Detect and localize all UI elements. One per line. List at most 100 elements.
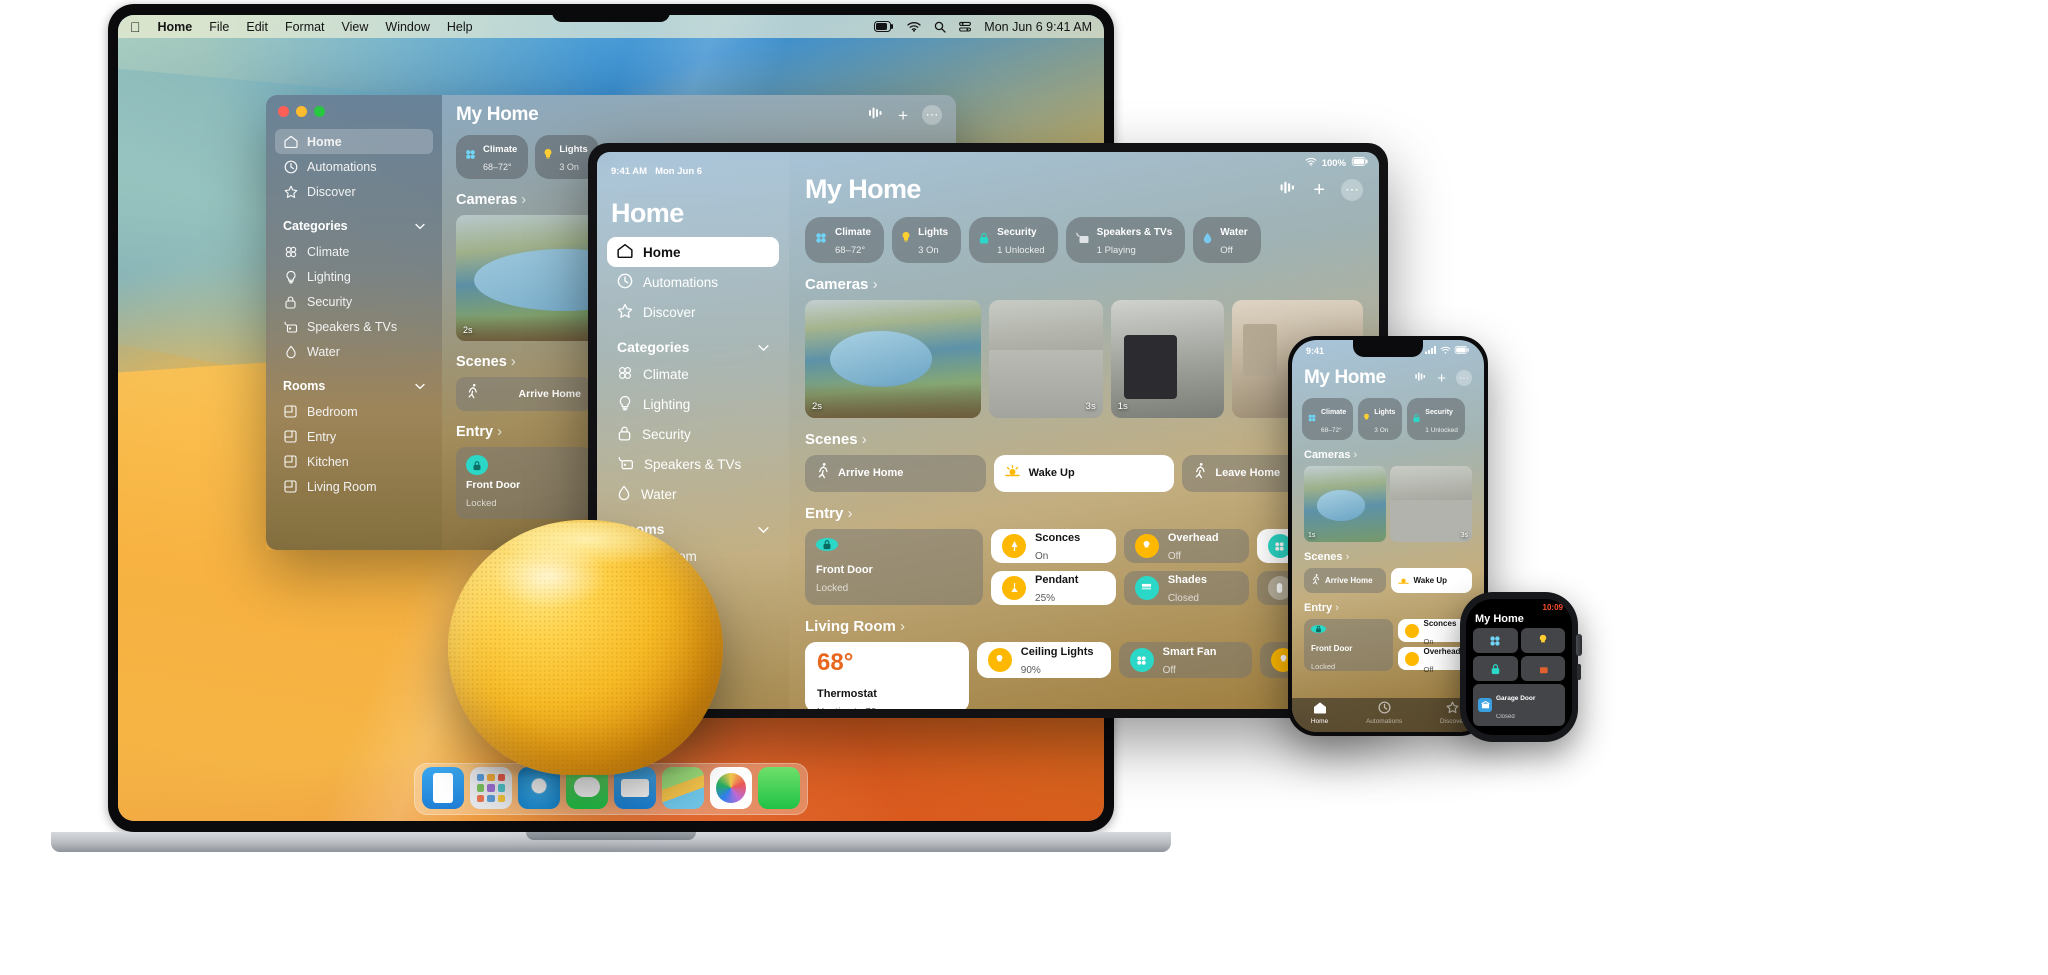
window-traffic-lights[interactable] — [278, 106, 325, 117]
watch-tile-security[interactable] — [1473, 656, 1518, 681]
status-chip-security[interactable]: Security 1 Unlocked — [1407, 398, 1465, 440]
section-header-cameras[interactable]: Cameras › — [789, 263, 1379, 300]
sidebar-item-bedroom[interactable]: Bedroom — [275, 399, 433, 424]
watch-tile-lights[interactable] — [1520, 628, 1565, 653]
sidebar-item-security[interactable]: Security — [607, 419, 779, 449]
chevron-down-icon[interactable] — [415, 219, 425, 233]
accessory-tile-shades[interactable]: Shades Closed — [1123, 571, 1249, 605]
menu-home[interactable]: Home — [158, 20, 193, 34]
chevron-down-icon[interactable] — [758, 521, 769, 537]
sidebar-item-climate[interactable]: Climate — [607, 359, 779, 389]
watch-side-button[interactable] — [1577, 664, 1581, 680]
status-chip-lights[interactable]: Lights 3 On — [892, 217, 962, 263]
scene-tile-arrive-home[interactable]: Arrive Home — [456, 377, 591, 411]
sidebar-item-climate[interactable]: Climate — [275, 239, 433, 264]
camera-tile-driveway[interactable]: 3s — [1390, 466, 1472, 542]
sidebar-item-living-room[interactable]: Living Room — [275, 474, 433, 499]
camera-tile-driveway[interactable]: 3s — [989, 300, 1103, 418]
sidebar-item-speakers-tvs[interactable]: Speakers & TVs — [607, 449, 779, 479]
wifi-icon[interactable] — [907, 21, 921, 32]
control-center-icon[interactable] — [959, 21, 972, 33]
sidebar-item-water[interactable]: Water — [607, 479, 779, 509]
add-button[interactable]: + — [1313, 180, 1325, 200]
accessory-tile-pendant[interactable]: Pendant 25% — [991, 571, 1116, 605]
more-options-button[interactable]: ⋯ — [922, 105, 942, 125]
page-title: My Home — [805, 174, 921, 204]
section-header-scenes[interactable]: Scenes › — [1292, 542, 1484, 568]
scene-tile-arrive-home[interactable]: Arrive Home — [805, 455, 986, 492]
chevron-down-icon[interactable] — [415, 379, 425, 393]
menu-format[interactable]: Format — [285, 20, 325, 34]
more-options-button[interactable]: ⋯ — [1456, 370, 1472, 386]
sidebar-item-lighting[interactable]: Lighting — [275, 264, 433, 289]
sidebar-item-discover[interactable]: Discover — [275, 179, 433, 204]
sidebar-item-speakers-tvs[interactable]: Speakers & TVs — [275, 314, 433, 339]
lock-icon — [816, 538, 838, 551]
status-date: Mon Jun 6 — [655, 165, 703, 177]
accessory-tile-overhead[interactable]: Overhead Off — [1123, 529, 1249, 563]
sidebar-rooms-header[interactable]: Rooms — [275, 373, 433, 399]
sidebar-item-security[interactable]: Security — [275, 289, 433, 314]
zoom-button[interactable] — [314, 106, 325, 117]
search-icon[interactable] — [934, 21, 946, 33]
sidebar-item-entry[interactable]: Entry — [275, 424, 433, 449]
more-options-button[interactable]: ⋯ — [1341, 178, 1363, 201]
sidebar-item-automations[interactable]: Automations — [607, 267, 779, 297]
accessory-tile-thermostat[interactable]: 68° Thermostat Heating to 70 — [805, 642, 969, 709]
sidebar-item-automations[interactable]: Automations — [275, 154, 433, 179]
camera-tile-pool[interactable]: 1s — [1304, 466, 1386, 542]
accessory-tile-sconces[interactable]: Sconces On — [991, 529, 1116, 563]
watch-tile-climate[interactable] — [1473, 628, 1518, 653]
airplay-audio-icon[interactable] — [866, 106, 884, 125]
sidebar-categories-header[interactable]: Categories — [607, 327, 779, 359]
airplay-audio-icon[interactable] — [1277, 180, 1297, 200]
iphone-tab-bar[interactable]: Home Automations Discover — [1292, 698, 1484, 732]
camera-tile-pool[interactable]: 2s — [805, 300, 982, 418]
sidebar-item-discover[interactable]: Discover — [607, 297, 779, 327]
status-chip-climate[interactable]: Climate 68–72° — [805, 217, 885, 263]
sidebar-label: Climate — [307, 244, 350, 259]
scene-tile-arrive-home[interactable]: Arrive Home — [1304, 568, 1386, 593]
menu-view[interactable]: View — [342, 20, 369, 34]
accessory-tile-ceiling-lights[interactable]: Ceiling Lights 90% — [976, 642, 1111, 678]
sidebar-item-home[interactable]: Home — [275, 129, 433, 154]
accessory-tile-front-door[interactable]: Front Door Locked — [456, 447, 591, 519]
sidebar-item-water[interactable]: Water — [275, 339, 433, 364]
add-button[interactable]: + — [1437, 371, 1446, 386]
sidebar-categories-header[interactable]: Categories — [275, 213, 433, 239]
accessory-tile-front-door[interactable]: Front Door Locked — [1304, 619, 1393, 671]
tab-home[interactable]: Home — [1311, 701, 1328, 725]
digital-crown[interactable] — [1576, 634, 1582, 656]
watch-tile-garage-door[interactable]: Garage Door Closed — [1473, 684, 1565, 726]
menu-help[interactable]: Help — [447, 20, 473, 34]
battery-icon[interactable] — [874, 21, 894, 32]
status-chip-speakers-tvs[interactable]: Speakers & TVs 1 Playing — [1065, 217, 1186, 263]
section-header-cameras[interactable]: Cameras › — [1292, 440, 1484, 466]
accessory-tile-smart-fan[interactable]: Smart Fan Off — [1118, 642, 1253, 678]
status-chip-security[interactable]: Security 1 Unlocked — [969, 217, 1058, 263]
camera-tile-garage[interactable]: 1s — [1110, 300, 1225, 418]
chevron-down-icon[interactable] — [758, 339, 769, 355]
tab-automations[interactable]: Automations — [1366, 700, 1402, 725]
menu-window[interactable]: Window — [385, 20, 429, 34]
status-chip-climate[interactable]: Climate 68–72° — [456, 135, 529, 179]
accessory-tile-front-door[interactable]: Front Door Locked — [805, 529, 984, 605]
airplay-audio-icon[interactable] — [1413, 369, 1427, 387]
apple-logo-icon[interactable]:  — [130, 20, 141, 34]
minimize-button[interactable] — [296, 106, 307, 117]
scene-tile-wake-up[interactable]: Wake Up — [1390, 568, 1472, 593]
menu-edit[interactable]: Edit — [246, 20, 268, 34]
add-button[interactable]: + — [898, 107, 908, 124]
status-chip-lights[interactable]: Lights 3 On — [1358, 398, 1403, 440]
dock-app-facetime[interactable] — [758, 767, 800, 809]
menubar-clock[interactable]: Mon Jun 6 9:41 AM — [984, 20, 1092, 34]
sidebar-item-kitchen[interactable]: Kitchen — [275, 449, 433, 474]
status-chip-climate[interactable]: Climate 68–72° — [1302, 398, 1354, 440]
sidebar-item-lighting[interactable]: Lighting — [607, 389, 779, 419]
close-button[interactable] — [278, 106, 289, 117]
menu-file[interactable]: File — [209, 20, 229, 34]
scene-tile-wake-up[interactable]: Wake Up — [993, 455, 1175, 492]
sidebar-item-home[interactable]: Home — [607, 237, 779, 267]
watch-tile-speakers[interactable] — [1520, 656, 1565, 681]
status-chip-water[interactable]: Water Off — [1193, 217, 1261, 263]
